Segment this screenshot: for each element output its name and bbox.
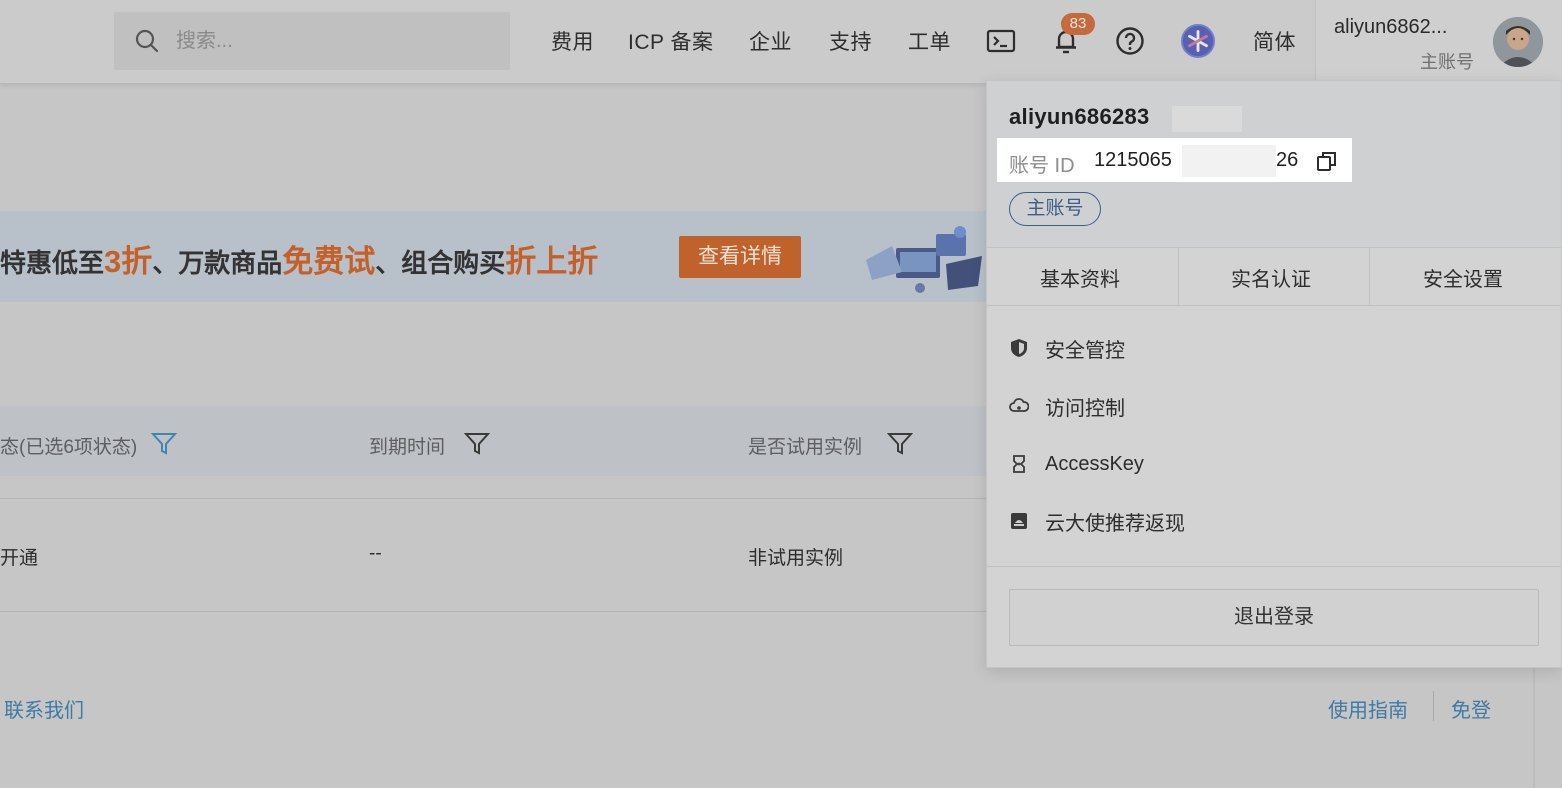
filter-icon[interactable]: [151, 432, 177, 456]
account-id-label: 账号 ID: [1009, 155, 1075, 177]
dropdown-separator: [987, 566, 1561, 567]
search-input[interactable]: [176, 29, 476, 53]
menu-access-control[interactable]: 访问控制: [1009, 391, 1125, 421]
promo-illustration: [866, 226, 982, 293]
main-account-badge: 主账号: [1009, 192, 1101, 226]
redaction-mask: [1172, 106, 1242, 132]
table-header-trial: 是否试用实例: [748, 437, 863, 458]
help-icon[interactable]: [1113, 24, 1147, 58]
logout-button[interactable]: 退出登录: [1009, 589, 1539, 646]
notification-badge: 83: [1061, 13, 1095, 35]
language-switch[interactable]: 简体: [1253, 26, 1296, 56]
dropdown-username: aliyun686283: [1009, 104, 1150, 129]
nav-ticket[interactable]: 工单: [908, 26, 951, 56]
contact-us-link[interactable]: 联系我们: [4, 694, 84, 723]
tab-basic-info[interactable]: 基本资料: [1040, 263, 1120, 292]
cloud-icon: [1009, 398, 1029, 412]
ambassador-icon: [1011, 513, 1027, 529]
row-divider: [0, 611, 986, 612]
cell-trial: 非试用实例: [748, 548, 844, 569]
nav-enterprise[interactable]: 企业: [749, 26, 792, 56]
table-header-expiry: 到期时间: [369, 437, 446, 458]
assistant-icon[interactable]: [1181, 24, 1215, 58]
user-guide-link[interactable]: 使用指南: [1328, 694, 1408, 723]
free-login-link[interactable]: 免登: [1451, 694, 1491, 723]
tab-real-name[interactable]: 实名认证: [1231, 263, 1311, 292]
menu-accesskey[interactable]: AccessKey: [1009, 449, 1144, 479]
tab-security-settings[interactable]: 安全设置: [1423, 263, 1503, 292]
account-id-prefix: 1215065: [1094, 149, 1172, 171]
tab-divider: [1369, 248, 1370, 306]
tab-divider: [1178, 248, 1179, 306]
nav-billing[interactable]: 费用: [551, 26, 594, 56]
shield-icon: [1011, 339, 1027, 357]
promo-detail-button[interactable]: 查看详情: [679, 236, 801, 278]
nav-support[interactable]: 支持: [829, 26, 872, 56]
promo-text: 特惠低至3折、万款商品免费试、组合购买折上折: [0, 244, 599, 279]
avatar[interactable]: [1493, 17, 1543, 67]
search-icon: [135, 29, 159, 53]
row-divider: [0, 498, 986, 499]
copy-icon[interactable]: [1316, 150, 1338, 172]
cell-status: 开通: [0, 548, 39, 569]
nav-icp[interactable]: ICP 备案: [628, 26, 713, 56]
table-header-status: 态(已选6项状态): [0, 437, 138, 458]
account-name: aliyun6862...: [1334, 16, 1448, 38]
filter-icon[interactable]: [887, 432, 913, 456]
account-id-suffix: 26: [1276, 149, 1299, 171]
redaction-mask: [1182, 145, 1276, 177]
menu-security-control[interactable]: 安全管控: [1009, 333, 1125, 363]
account-type: 主账号: [1420, 52, 1474, 72]
cell-expiry: --: [369, 543, 382, 564]
filter-icon[interactable]: [464, 432, 490, 456]
search-box[interactable]: [114, 12, 510, 70]
terminal-icon[interactable]: [984, 24, 1018, 58]
scroll-edge: [1533, 667, 1535, 788]
key-icon: [1013, 455, 1025, 473]
menu-ambassador[interactable]: 云大使推荐返现: [1009, 506, 1185, 536]
link-divider: [1433, 691, 1434, 721]
